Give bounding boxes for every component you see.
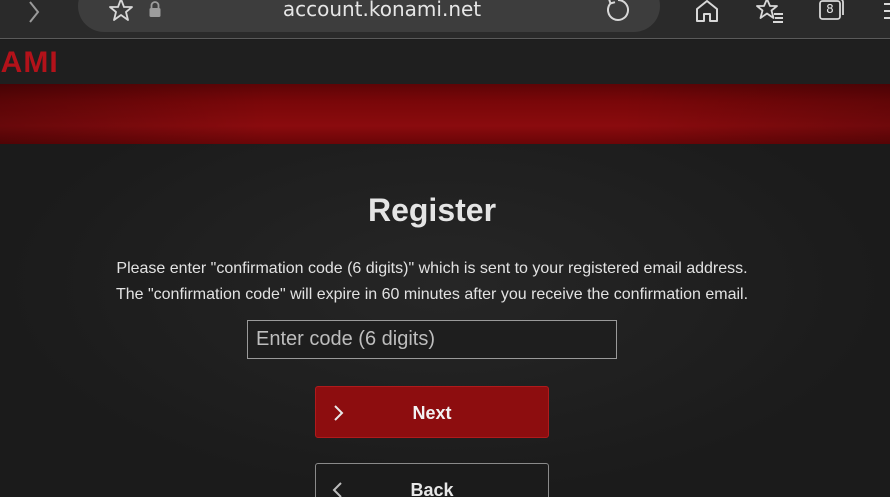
url-text[interactable]: account.konami.net [240, 0, 524, 23]
reload-icon[interactable] [604, 0, 632, 25]
star-icon[interactable] [108, 0, 134, 23]
lock-icon [149, 1, 161, 17]
instructions: Please enter "confirmation code (6 digit… [0, 256, 864, 308]
tab-count: 8 [826, 2, 834, 16]
chevron-right-icon [334, 405, 344, 421]
forward-icon[interactable] [24, 0, 44, 26]
home-icon[interactable] [694, 0, 720, 24]
header-banner-shade [0, 84, 890, 144]
instruction-line-1: Please enter "confirmation code (6 digit… [116, 260, 748, 277]
next-button[interactable]: Next [315, 386, 549, 438]
konami-logo[interactable]: NAMI [0, 48, 59, 78]
chevron-left-icon [332, 482, 342, 497]
back-button[interactable]: Back [315, 463, 549, 497]
page: account.konami.net 8 NAMI Register Pleas… [0, 0, 890, 497]
favorites-icon[interactable] [756, 0, 784, 25]
menu-icon[interactable] [880, 0, 890, 22]
site-header [0, 40, 890, 84]
page-title: Register [367, 192, 497, 228]
next-button-label: Next [412, 403, 452, 423]
instruction-line-2: The "confirmation code" will expire in 6… [115, 286, 749, 303]
confirmation-code-input[interactable] [247, 320, 617, 359]
back-button-label: Back [410, 480, 454, 497]
